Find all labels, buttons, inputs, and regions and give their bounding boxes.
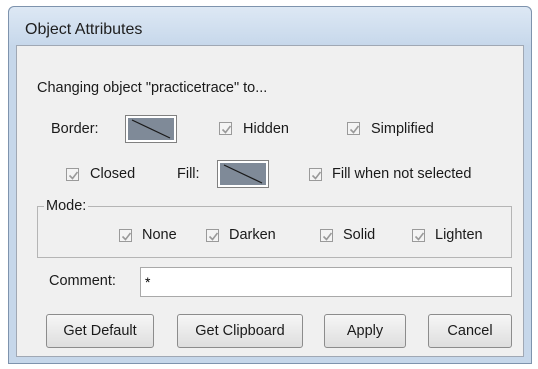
window-title: Object Attributes [25, 21, 143, 38]
get-clipboard-button[interactable]: Get Clipboard [177, 314, 303, 348]
get-default-button[interactable]: Get Default [46, 314, 154, 348]
fill-when-not-selected-checkbox[interactable] [309, 168, 322, 181]
border-label: Border: [51, 121, 99, 137]
checkmark-icon [414, 232, 425, 241]
mode-group-label: Mode: [44, 198, 89, 214]
hidden-label: Hidden [243, 121, 289, 137]
checkmark-icon [208, 232, 219, 241]
fill-when-not-selected-label: Fill when not selected [332, 166, 472, 182]
closed-checkbox[interactable] [66, 168, 79, 181]
apply-button[interactable]: Apply [324, 314, 406, 348]
checkmark-icon [121, 232, 132, 241]
fill-color-swatch[interactable] [217, 160, 269, 188]
checkmark-icon [68, 171, 79, 180]
checkmark-icon [322, 232, 333, 241]
simplified-checkbox[interactable] [347, 122, 360, 135]
mode-solid-checkbox[interactable] [320, 229, 333, 242]
mode-none-checkbox[interactable] [119, 229, 132, 242]
mode-darken-label: Darken [229, 227, 276, 243]
checkmark-icon [349, 125, 360, 134]
fill-label: Fill: [177, 166, 200, 182]
slash-icon [223, 164, 263, 184]
slash-icon [131, 119, 171, 139]
mode-darken-checkbox[interactable] [206, 229, 219, 242]
closed-label: Closed [90, 166, 136, 182]
mode-lighten-label: Lighten [435, 227, 483, 243]
simplified-label: Simplified [371, 121, 434, 137]
comment-label: Comment: [49, 273, 116, 289]
checkmark-icon [221, 125, 232, 134]
border-color-swatch[interactable] [125, 115, 177, 143]
comment-input[interactable] [140, 267, 512, 297]
mode-none-label: None [142, 227, 177, 243]
cancel-button[interactable]: Cancel [428, 314, 512, 348]
header-text: Changing object "practicetrace" to... [37, 80, 268, 96]
title-bar[interactable]: Object Attributes [9, 7, 531, 45]
hidden-checkbox[interactable] [219, 122, 232, 135]
checkmark-icon [311, 171, 322, 180]
mode-solid-label: Solid [343, 227, 376, 243]
mode-lighten-checkbox[interactable] [412, 229, 425, 242]
